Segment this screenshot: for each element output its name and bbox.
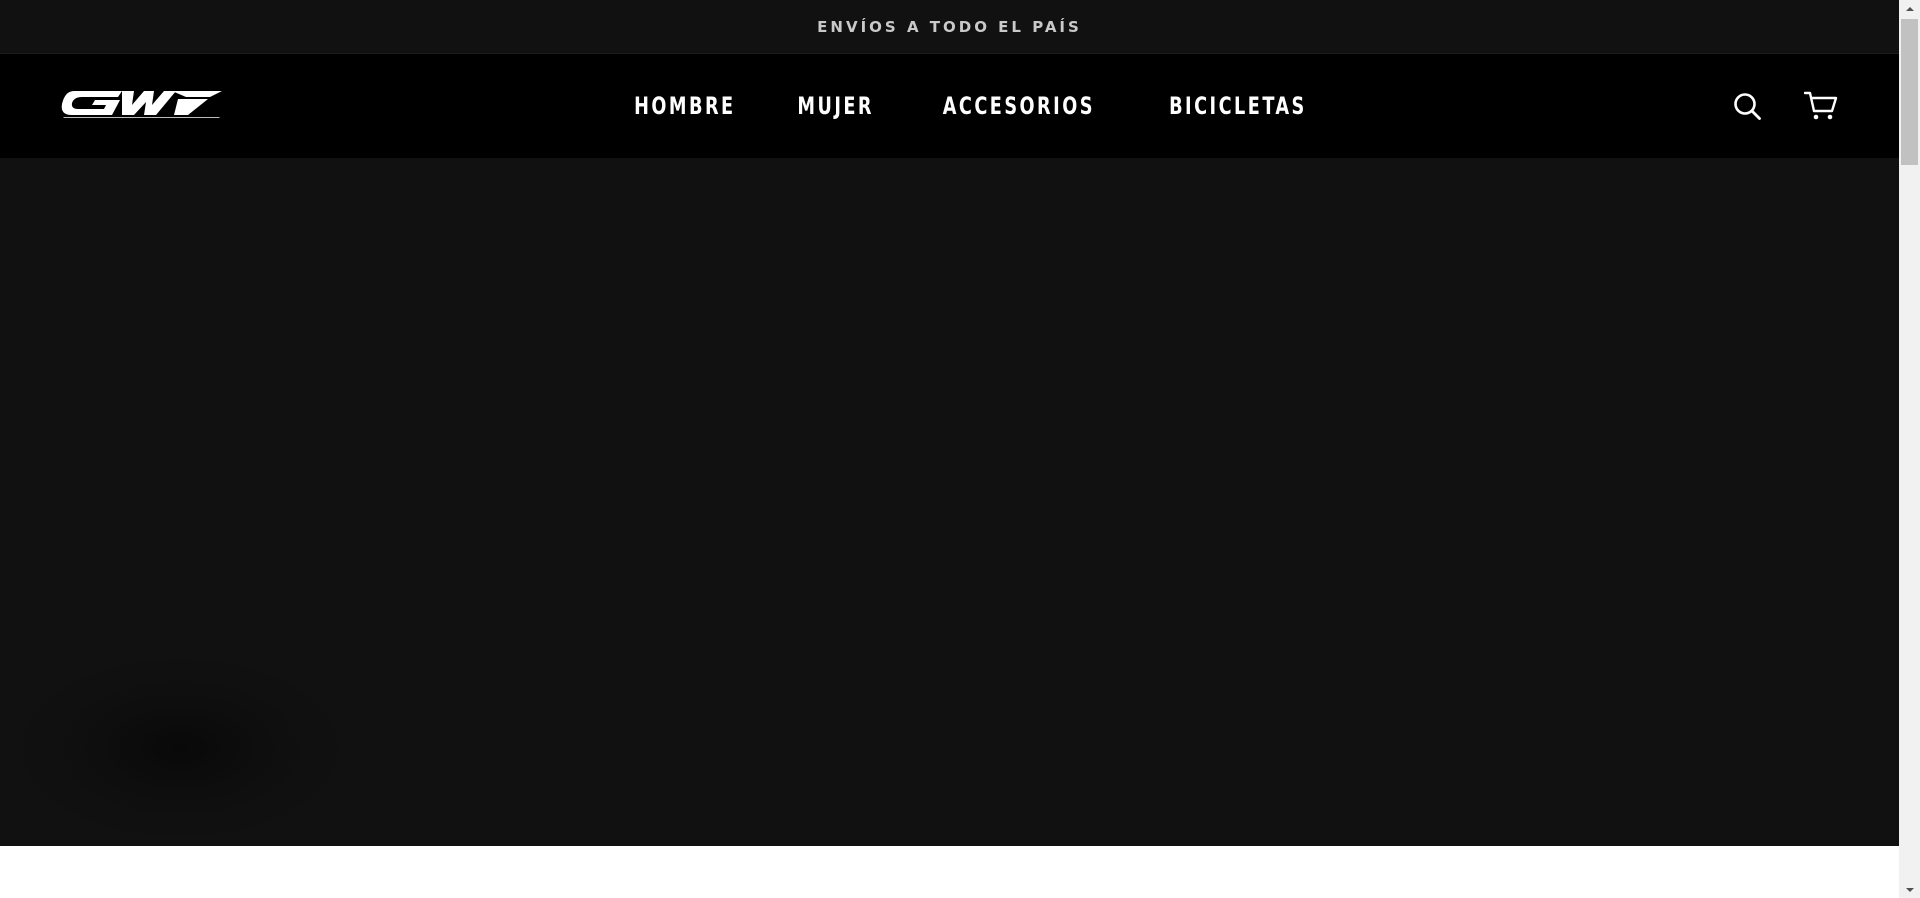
cart-icon: [1804, 91, 1838, 120]
announcement-bar: ENVÍOS A TODO EL PAÍS: [0, 0, 1899, 54]
main-nav: HOMBRE MUJER ACCESORIOS BICICLETAS: [0, 54, 1899, 158]
nav-item-bicicletas[interactable]: BICICLETAS: [1170, 92, 1308, 120]
announcement-text: ENVÍOS A TODO EL PAÍS: [817, 17, 1082, 36]
header-icons: [1729, 88, 1839, 124]
page-scrollbar[interactable]: [1899, 0, 1920, 898]
nav-item-accesorios[interactable]: ACCESORIOS: [943, 92, 1095, 120]
hero-banner: [0, 158, 1899, 846]
nav-item-mujer[interactable]: MUJER: [798, 92, 875, 120]
scroll-up-arrow[interactable]: [1899, 0, 1920, 17]
scroll-down-arrow[interactable]: [1899, 881, 1920, 898]
scrollbar-thumb[interactable]: [1901, 19, 1918, 165]
brand-logo[interactable]: [60, 87, 224, 125]
nav-item-hombre[interactable]: HOMBRE: [634, 92, 735, 120]
caret-down-icon: [1905, 887, 1914, 892]
hero-vignette: [20, 658, 340, 838]
cart-button[interactable]: [1803, 88, 1839, 124]
site-header: HOMBRE MUJER ACCESORIOS BICICLETAS: [0, 54, 1899, 158]
search-icon: [1734, 93, 1761, 120]
caret-up-icon: [1905, 6, 1914, 11]
gw-logo-graphic: [61, 91, 222, 118]
page: ENVÍOS A TODO EL PAÍS HOMBRE MUJER ACCES…: [0, 0, 1899, 898]
search-button[interactable]: [1729, 88, 1765, 124]
